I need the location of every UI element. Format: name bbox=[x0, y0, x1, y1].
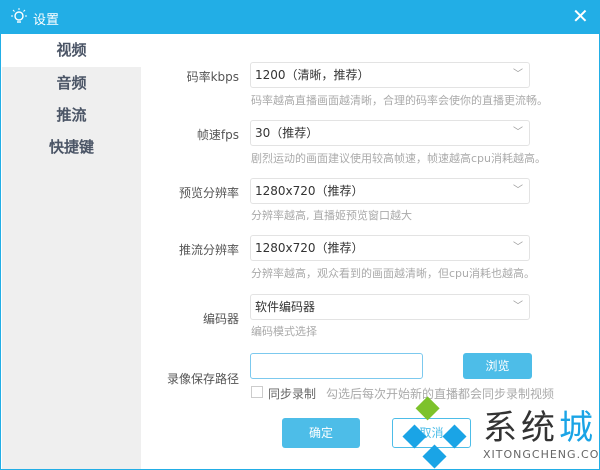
sync-record-label[interactable]: 同步录制 bbox=[268, 385, 316, 402]
title-bar: 设置 ✕ bbox=[1, 0, 600, 34]
watermark-url: XITONGCHENG.COM bbox=[483, 448, 600, 461]
sidebar-item-audio[interactable]: 音频 bbox=[2, 67, 141, 99]
preview-res-label: 预览分辨率 bbox=[178, 186, 239, 200]
encoder-hint: 编码模式选择 bbox=[251, 325, 317, 338]
record-path-label: 录像保存路径 bbox=[166, 372, 239, 386]
encoder-label: 编码器 bbox=[202, 312, 239, 326]
chevron-down-icon: ﹀ bbox=[513, 127, 523, 138]
sidebar: 视频 音频 推流 快捷键 bbox=[2, 34, 141, 469]
chevron-down-icon: ﹀ bbox=[513, 242, 523, 253]
sidebar-item-video[interactable]: 视频 bbox=[2, 34, 141, 67]
chevron-down-icon: ﹀ bbox=[513, 69, 523, 80]
sidebar-item-hotkeys[interactable]: 快捷键 bbox=[2, 131, 141, 163]
preview-res-value: 1280x720（推荐） bbox=[255, 184, 364, 198]
chevron-down-icon: ﹀ bbox=[513, 185, 523, 196]
record-path-input[interactable] bbox=[250, 353, 423, 379]
stream-res-value: 1280x720（推荐） bbox=[255, 241, 364, 255]
preview-res-select[interactable]: 1280x720（推荐） ﹀ bbox=[250, 178, 530, 204]
window-title: 设置 bbox=[33, 13, 60, 28]
bitrate-label: 码率kbps bbox=[186, 70, 239, 84]
encoder-select[interactable]: 软件编码器 ﹀ bbox=[250, 294, 530, 320]
preview-res-hint: 分辨率越高, 直播姬预览窗口越大 bbox=[251, 209, 412, 222]
stream-res-select[interactable]: 1280x720（推荐） ﹀ bbox=[250, 235, 530, 261]
fps-select[interactable]: 30（推荐） ﹀ bbox=[250, 120, 530, 146]
fps-hint: 剧烈运动的画面建议使用较高帧速，帧速越高cpu消耗越高。 bbox=[251, 152, 547, 165]
bitrate-value: 1200（清晰，推荐） bbox=[255, 68, 370, 82]
close-icon[interactable]: ✕ bbox=[572, 6, 589, 26]
chevron-down-icon: ﹀ bbox=[513, 301, 523, 312]
ok-button[interactable]: 确定 bbox=[282, 418, 360, 448]
bitrate-select[interactable]: 1200（清晰，推荐） ﹀ bbox=[250, 62, 530, 88]
watermark-text: 系统城 bbox=[483, 408, 597, 448]
fps-label: 帧速fps bbox=[196, 128, 239, 142]
browse-button[interactable]: 浏览 bbox=[463, 353, 532, 379]
sync-record-checkbox[interactable] bbox=[251, 386, 263, 398]
lightbulb-icon bbox=[11, 8, 27, 23]
stream-res-hint: 分辨率越高，观众看到的画面越清晰，但cpu消耗也越高。 bbox=[251, 267, 536, 280]
encoder-value: 软件编码器 bbox=[255, 300, 316, 314]
fps-value: 30（推荐） bbox=[255, 126, 319, 140]
stream-res-label: 推流分辨率 bbox=[178, 243, 239, 257]
sidebar-item-stream[interactable]: 推流 bbox=[2, 99, 141, 131]
bitrate-hint: 码率越高直播画面越清晰，合理的码率会使你的直播更流畅。 bbox=[251, 94, 548, 107]
settings-window: 设置 ✕ 视频 音频 推流 快捷键 码率kbps 1200（清晰，推荐） ﹀ 码率… bbox=[0, 0, 600, 470]
